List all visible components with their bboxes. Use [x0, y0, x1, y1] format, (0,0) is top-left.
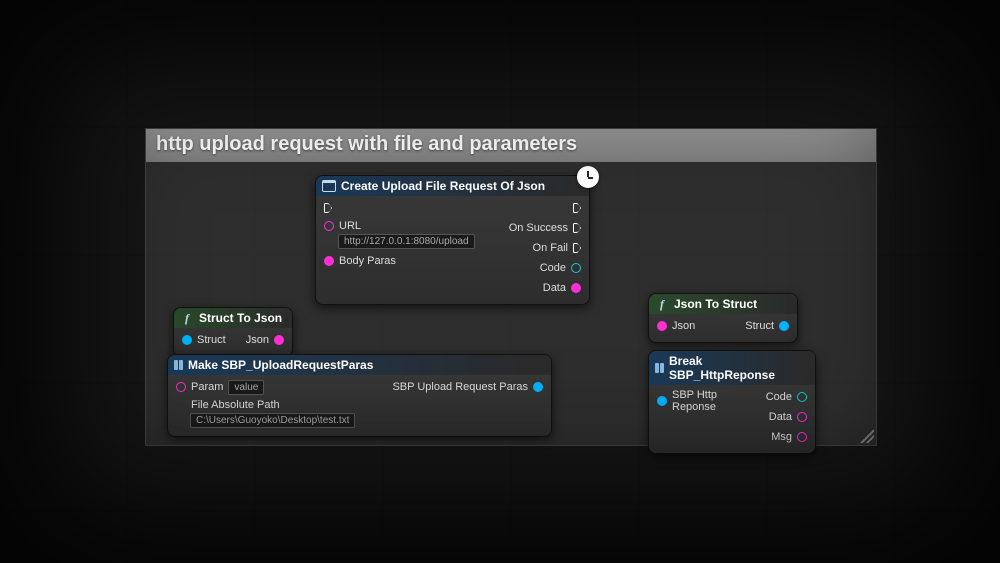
make-struct-icon — [174, 360, 183, 370]
on-success-pin[interactable]: On Success — [509, 220, 581, 236]
param-pin[interactable]: Param value — [176, 379, 355, 395]
node-header[interactable]: Make SBP_UploadRequestParas — [168, 355, 551, 375]
node-break-http-response[interactable]: Break SBP_HttpReponse SBP Http Reponse C… — [648, 350, 816, 454]
struct-in-pin[interactable]: Struct — [182, 332, 226, 348]
code-out-pin[interactable]: Code — [540, 260, 581, 276]
msg-out-pin[interactable]: Msg — [771, 429, 807, 445]
data-out-pin[interactable]: Data — [769, 409, 807, 425]
node-title: Json To Struct — [674, 297, 757, 311]
node-title: Create Upload File Request Of Json — [341, 179, 545, 193]
node-create-upload[interactable]: Create Upload File Request Of Json URL h… — [315, 175, 590, 305]
path-pin[interactable]: File Absolute Path C:\Users\Guoyoko\Desk… — [176, 399, 355, 428]
function-icon: f — [655, 297, 669, 311]
node-header[interactable]: f Json To Struct — [649, 294, 797, 314]
node-header[interactable]: Create Upload File Request Of Json — [316, 176, 589, 196]
on-fail-pin[interactable]: On Fail — [533, 240, 581, 256]
node-header[interactable]: f Struct To Json — [174, 308, 292, 328]
comment-title[interactable]: http upload request with file and parame… — [146, 129, 876, 162]
url-input[interactable]: http://127.0.0.1:8080/upload — [338, 234, 475, 249]
node-json-to-struct[interactable]: f Json To Struct Json Struct — [648, 293, 798, 343]
path-input[interactable]: C:\Users\Guoyoko\Desktop\test.txt — [190, 413, 355, 428]
url-pin[interactable]: URL http://127.0.0.1:8080/upload — [324, 220, 475, 249]
struct-out-pin[interactable]: Struct — [745, 318, 789, 334]
node-title: Break SBP_HttpReponse — [669, 354, 809, 382]
exec-out-pin[interactable] — [573, 200, 581, 216]
break-struct-icon — [655, 363, 664, 373]
node-struct-to-json[interactable]: f Struct To Json Struct Json — [173, 307, 293, 357]
node-title: Struct To Json — [199, 311, 282, 325]
json-in-pin[interactable]: Json — [657, 318, 695, 334]
code-out-pin[interactable]: Code — [766, 389, 807, 405]
json-out-pin[interactable]: Json — [246, 332, 284, 348]
body-paras-pin[interactable]: Body Paras — [324, 253, 475, 269]
node-title: Make SBP_UploadRequestParas — [188, 358, 373, 372]
exec-in-pin[interactable] — [324, 200, 475, 216]
paras-out-pin[interactable]: SBP Upload Request Paras — [392, 379, 543, 395]
function-icon: f — [180, 311, 194, 325]
latent-clock-icon — [577, 166, 599, 188]
window-icon — [322, 180, 336, 192]
resize-handle-icon[interactable] — [860, 429, 874, 443]
node-header[interactable]: Break SBP_HttpReponse — [649, 351, 815, 385]
param-input[interactable]: value — [228, 380, 264, 395]
data-out-pin[interactable]: Data — [543, 280, 581, 296]
node-make-upload-paras[interactable]: Make SBP_UploadRequestParas Param value … — [167, 354, 552, 437]
resp-in-pin[interactable]: SBP Http Reponse — [657, 389, 746, 413]
